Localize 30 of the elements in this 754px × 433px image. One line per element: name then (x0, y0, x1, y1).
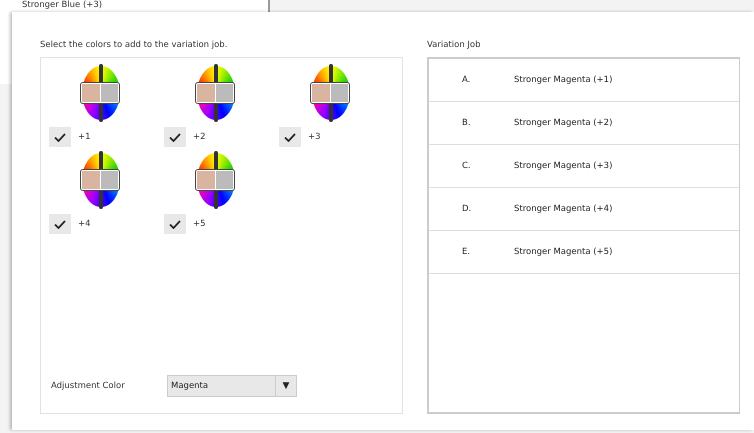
checkbox[interactable] (279, 127, 301, 147)
instruction-text: Select the colors to add to the variation job. (40, 40, 228, 52)
checkbox[interactable] (49, 214, 71, 234)
checkbox[interactable] (164, 214, 186, 234)
checkbox[interactable] (164, 127, 186, 147)
variation-job-title: Variation Job (427, 40, 482, 52)
check-icon (54, 132, 66, 142)
checkbox-label: +3 (308, 132, 321, 142)
check-icon (54, 220, 66, 228)
check-icon (169, 220, 181, 228)
color-wheel-icon (194, 64, 238, 122)
checkbox-label: +4 (78, 219, 91, 229)
adjustment-color-label: Adjustment Color (51, 381, 126, 391)
variation-job-row[interactable]: E. Stronger Magenta (+5) (429, 231, 739, 274)
variation-job-row[interactable]: B. Stronger Magenta (+2) (429, 102, 739, 145)
variation-job-row[interactable]: A. Stronger Magenta (+1) (429, 59, 739, 102)
checkbox-label: +2 (193, 132, 206, 142)
checkbox[interactable] (49, 127, 71, 147)
checkbox-label: +5 (193, 219, 206, 229)
color-wheel-icon (309, 64, 353, 122)
variation-job-row[interactable]: C. Stronger Magenta (+3) (429, 145, 739, 188)
list-item-text: Stronger Blue (+3) (22, 0, 102, 11)
checkbox-label: +1 (78, 132, 91, 142)
check-icon (284, 132, 296, 142)
variation-job-row[interactable]: D. Stronger Magenta (+4) (429, 188, 739, 231)
adjustment-color-dropdown[interactable]: Magenta ▼ (167, 375, 297, 397)
color-wheel-icon (194, 151, 238, 209)
color-wheel-icon (79, 151, 123, 209)
check-icon (169, 132, 181, 142)
color-wheel-icon (79, 64, 123, 122)
